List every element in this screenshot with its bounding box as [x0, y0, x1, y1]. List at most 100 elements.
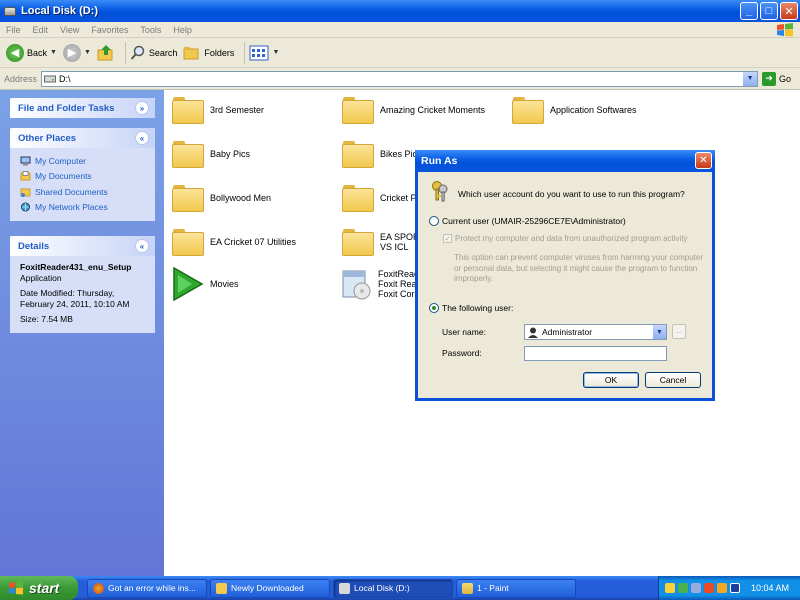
- folder-label: Bollywood Men: [210, 193, 272, 203]
- menu-favorites[interactable]: Favorites: [85, 25, 134, 35]
- tray-messenger-icon[interactable]: [665, 583, 675, 593]
- folder-item[interactable]: Bollywood Men: [172, 184, 342, 212]
- collapse-icon[interactable]: «: [135, 239, 149, 253]
- collapse-icon[interactable]: «: [135, 131, 149, 145]
- start-button[interactable]: start: [0, 576, 78, 600]
- folder-item[interactable]: Amazing Cricket Moments: [342, 96, 512, 124]
- menu-file[interactable]: File: [0, 25, 27, 35]
- details-file-name: FoxitReader431_enu_Setup: [20, 262, 132, 272]
- radio-unchecked[interactable]: [429, 216, 439, 226]
- minimize-button[interactable]: _: [740, 2, 758, 20]
- taskbar-item-firefox[interactable]: Got an error while ins...: [87, 578, 207, 598]
- dialog-close-button[interactable]: ✕: [695, 152, 712, 169]
- folder-label: Baby Pics: [210, 149, 251, 159]
- drive-icon: [44, 75, 57, 83]
- folder-item[interactable]: Application Softwares: [512, 96, 682, 124]
- current-user-radio[interactable]: Current user (UMAIR-25296CE7E\Administra…: [429, 216, 626, 226]
- forward-button[interactable]: ▶ ▼: [62, 43, 91, 62]
- file-label-line: FoxitRead: [378, 269, 420, 279]
- maximize-button[interactable]: □: [760, 2, 778, 20]
- chevron-down-icon[interactable]: ▼: [272, 49, 279, 56]
- folder-icon: [512, 96, 544, 124]
- taskbar-item-label: Local Disk (D:): [354, 583, 410, 593]
- tray-app-icon[interactable]: [730, 583, 740, 593]
- menu-view[interactable]: View: [54, 25, 85, 35]
- details-box: Details « FoxitReader431_enu_Setup Appli…: [10, 236, 155, 333]
- views-icon: [249, 45, 269, 60]
- system-tray: 10:04 AM: [658, 576, 800, 600]
- clock[interactable]: 10:04 AM: [751, 583, 789, 593]
- place-label: My Network Places: [35, 202, 108, 213]
- go-arrow-icon: ➜: [762, 71, 777, 86]
- protect-checkbox[interactable]: ✓: [443, 234, 452, 243]
- folder-item[interactable]: EA Cricket 07 Utilities: [172, 228, 342, 256]
- folder-item[interactable]: 3rd Semester: [172, 96, 342, 124]
- menu-tools[interactable]: Tools: [134, 25, 167, 35]
- my-computer-icon: [20, 156, 31, 166]
- windows-logo-icon: [9, 581, 23, 595]
- file-label-line: Foxit Rea: [378, 279, 417, 289]
- search-button[interactable]: Search: [130, 45, 178, 61]
- tray-security-icon[interactable]: [704, 583, 714, 593]
- chevron-down-icon[interactable]: ▼: [50, 49, 57, 56]
- radio-checked[interactable]: [429, 303, 439, 313]
- folder-item[interactable]: Baby Pics: [172, 140, 342, 168]
- search-label: Search: [148, 47, 178, 58]
- place-my-network-places[interactable]: My Network Places: [20, 200, 147, 216]
- task-pane: File and Folder Tasks » Other Places « M…: [0, 90, 164, 576]
- back-button[interactable]: ◀ Back ▼: [6, 43, 57, 62]
- media-play-icon: [173, 267, 204, 301]
- go-button[interactable]: ➜ Go: [762, 71, 791, 86]
- folder-icon: [342, 140, 374, 168]
- views-button[interactable]: ▼: [249, 45, 279, 61]
- address-input[interactable]: D:\ ▼: [41, 70, 759, 87]
- place-my-documents[interactable]: My Documents: [20, 169, 147, 185]
- chevron-down-icon[interactable]: ▼: [743, 71, 758, 86]
- dialog-titlebar[interactable]: Run As ✕: [415, 150, 715, 172]
- address-value: D:\: [59, 73, 71, 84]
- close-button[interactable]: ✕: [780, 2, 798, 20]
- ok-button[interactable]: OK: [583, 372, 639, 388]
- chevron-down-icon[interactable]: ▼: [653, 325, 666, 339]
- username-value: Administrator: [542, 327, 593, 337]
- other-places-title: Other Places: [18, 132, 77, 144]
- tray-network-icon[interactable]: [678, 583, 688, 593]
- folder-icon: [172, 96, 204, 124]
- chevron-down-icon[interactable]: ▼: [84, 49, 91, 56]
- taskbar: start Got an error while ins... Newly Do…: [0, 576, 800, 600]
- folder-icon: [342, 96, 374, 124]
- up-folder-button[interactable]: [97, 44, 115, 62]
- taskbar-item-newly-downloaded[interactable]: Newly Downloaded: [210, 578, 330, 598]
- taskbar-item-paint[interactable]: 1 - Paint: [456, 578, 576, 598]
- file-folder-tasks-header[interactable]: File and Folder Tasks »: [10, 98, 155, 118]
- expand-icon[interactable]: »: [135, 101, 149, 115]
- cancel-button[interactable]: Cancel: [645, 372, 701, 388]
- password-input[interactable]: [524, 346, 667, 361]
- folder-icon: [172, 184, 204, 212]
- tray-update-icon[interactable]: [717, 583, 727, 593]
- toolbar-separator: [244, 41, 246, 64]
- current-user-label: Current user (UMAIR-25296CE7E\Administra…: [442, 216, 626, 226]
- other-places-box: Other Places « My Computer My Documents …: [10, 128, 155, 221]
- taskbar-item-local-disk[interactable]: Local Disk (D:): [333, 578, 453, 598]
- username-select[interactable]: Administrator ▼: [524, 324, 667, 340]
- password-label: Password:: [442, 348, 482, 358]
- back-label: Back: [27, 47, 48, 58]
- details-header[interactable]: Details «: [10, 236, 155, 256]
- other-places-header[interactable]: Other Places «: [10, 128, 155, 148]
- tray-volume-icon[interactable]: [691, 583, 701, 593]
- folder-icon: [342, 228, 374, 256]
- menu-edit[interactable]: Edit: [27, 25, 55, 35]
- details-file-type: Application: [20, 273, 62, 283]
- place-shared-documents[interactable]: Shared Documents: [20, 184, 147, 200]
- window-titlebar[interactable]: Local Disk (D:) _ □ ✕: [0, 0, 800, 22]
- following-user-radio[interactable]: The following user:: [429, 303, 513, 313]
- menu-help[interactable]: Help: [167, 25, 198, 35]
- folders-button[interactable]: Folders: [183, 45, 234, 61]
- movies-item[interactable]: Movies: [172, 267, 342, 301]
- place-my-computer[interactable]: My Computer: [20, 153, 147, 169]
- address-bar: Address D:\ ▼ ➜ Go: [0, 68, 800, 90]
- browse-users-button[interactable]: ...: [672, 324, 686, 339]
- folder-label: Application Softwares: [550, 105, 637, 115]
- protect-checkbox-row[interactable]: ✓ Protect my computer and data from unau…: [443, 234, 688, 243]
